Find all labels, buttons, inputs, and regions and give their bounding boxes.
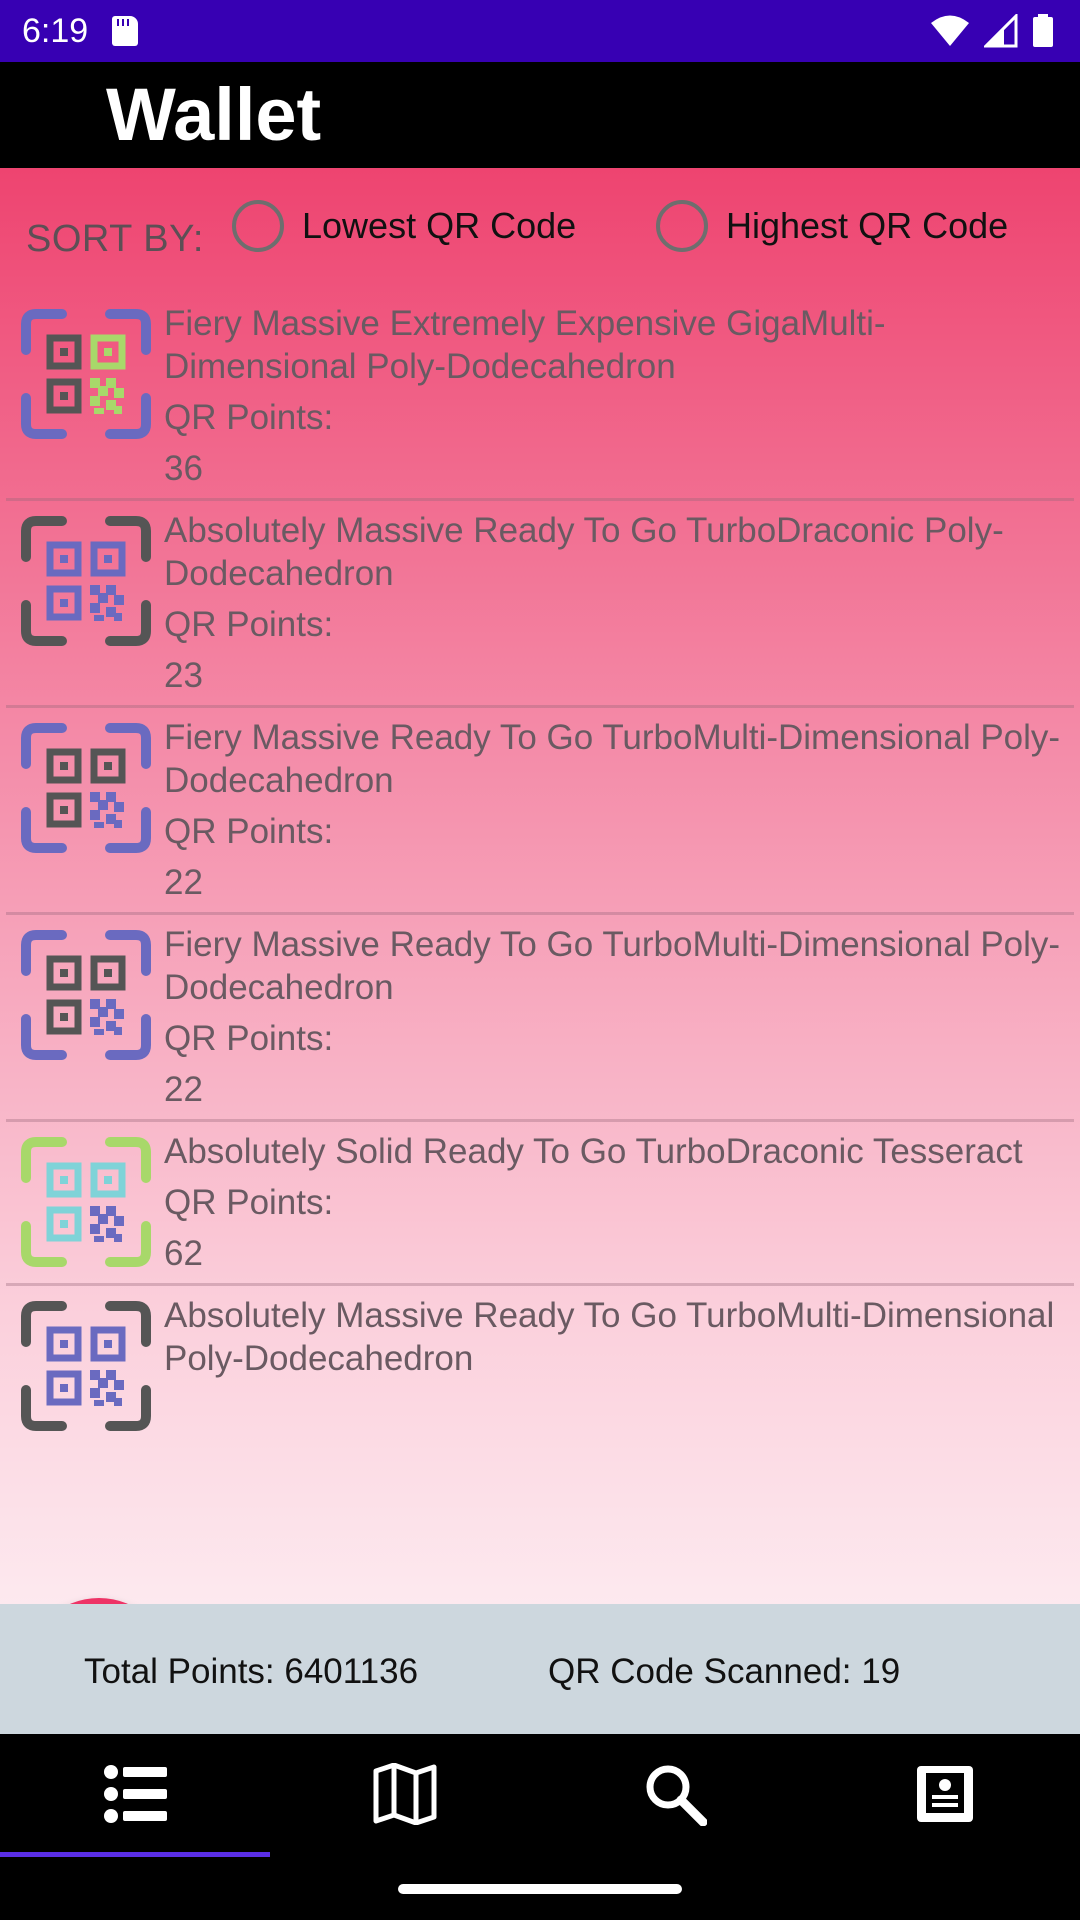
- sort-lowest-radio[interactable]: Lowest QR Code: [232, 200, 576, 252]
- qr-points-label: QR Points:: [164, 1183, 334, 1222]
- qr-item-name: Fiery Massive Extremely Expensive GigaMu…: [164, 304, 886, 386]
- bottom-navigation: [0, 1734, 1080, 1920]
- cell-signal-icon: [984, 14, 1018, 48]
- total-points: Total Points: 6401136: [84, 1652, 419, 1691]
- battery-icon: [1033, 14, 1053, 47]
- qr-item-text: Fiery Massive Ready To Go TurboMulti-Dim…: [164, 915, 1074, 1119]
- qr-code-list: Fiery Massive Extremely Expensive GigaMu…: [0, 294, 1080, 1431]
- qr-code-icon: [21, 516, 151, 646]
- app-bar: Wallet: [0, 62, 1080, 168]
- qr-points-label: QR Points:: [164, 1019, 334, 1058]
- list-icon: [104, 1765, 167, 1823]
- qr-list-item[interactable]: Absolutely Massive Ready To Go TurboMult…: [6, 1286, 1074, 1431]
- qr-points-value: 22: [164, 1070, 203, 1109]
- qr-scanned-count: QR Code Scanned: 19: [548, 1652, 901, 1691]
- sort-bar: SORT BY: Lowest QR Code Highest QR Code: [0, 198, 1080, 268]
- qr-list-item[interactable]: Fiery Massive Extremely Expensive GigaMu…: [6, 294, 1074, 501]
- wifi-icon: [931, 15, 969, 46]
- wallet-content: SORT BY: Lowest QR Code Highest QR Code: [0, 168, 1080, 1604]
- qr-item-name: Fiery Massive Ready To Go TurboMulti-Dim…: [164, 718, 1061, 800]
- sort-label: SORT BY:: [26, 218, 204, 260]
- qr-points-label: QR Points:: [164, 398, 334, 437]
- qr-item-name: Absolutely Massive Ready To Go TurboMult…: [164, 1296, 1055, 1378]
- qr-item-text: Fiery Massive Extremely Expensive GigaMu…: [164, 294, 1074, 498]
- qr-list-item[interactable]: Fiery Massive Ready To Go TurboMulti-Dim…: [6, 708, 1074, 915]
- sd-card-icon: [112, 16, 139, 46]
- qr-points-value: 22: [164, 863, 203, 902]
- nav-profile-tab[interactable]: [810, 1734, 1080, 1854]
- status-bar: 6:19: [0, 0, 1080, 62]
- radio-circle-icon: [232, 200, 284, 252]
- qr-list-item[interactable]: Absolutely Massive Ready To Go TurboDrac…: [6, 501, 1074, 708]
- profile-icon: [917, 1766, 973, 1822]
- page-title: Wallet: [106, 73, 322, 156]
- qr-item-name: Fiery Massive Ready To Go TurboMulti-Dim…: [164, 925, 1061, 1007]
- status-icons: [930, 14, 1054, 48]
- nav-search-tab[interactable]: [540, 1734, 810, 1854]
- status-time: 6:19: [22, 11, 89, 50]
- nav-wallet-tab[interactable]: [0, 1734, 270, 1854]
- qr-item-name: Absolutely Solid Ready To Go TurboDracon…: [164, 1132, 1023, 1171]
- qr-code-icon: [21, 1301, 151, 1431]
- qr-code-icon: [21, 723, 151, 853]
- qr-item-text: Absolutely Solid Ready To Go TurboDracon…: [164, 1122, 1074, 1283]
- qr-points-label: QR Points:: [164, 605, 334, 644]
- qr-list-item[interactable]: Absolutely Solid Ready To Go TurboDracon…: [6, 1122, 1074, 1286]
- map-icon: [373, 1763, 437, 1825]
- qr-item-text: Fiery Massive Ready To Go TurboMulti-Dim…: [164, 708, 1074, 912]
- qr-code-icon: [21, 1137, 151, 1267]
- sort-highest-label: Highest QR Code: [726, 205, 1009, 246]
- sort-highest-radio[interactable]: Highest QR Code: [656, 200, 1008, 252]
- qr-points-label: QR Points:: [164, 812, 334, 851]
- qr-points-value: 62: [164, 1234, 203, 1273]
- qr-points-value: 23: [164, 656, 203, 695]
- qr-item-name: Absolutely Massive Ready To Go TurboDrac…: [164, 511, 1004, 593]
- qr-item-text: Absolutely Massive Ready To Go TurboMult…: [164, 1286, 1074, 1380]
- qr-points-value: 36: [164, 449, 203, 488]
- qr-list-item[interactable]: Fiery Massive Ready To Go TurboMulti-Dim…: [6, 915, 1074, 1122]
- qr-item-text: Absolutely Massive Ready To Go TurboDrac…: [164, 501, 1074, 705]
- nav-map-tab[interactable]: [270, 1734, 540, 1854]
- nav-selected-indicator: [0, 1852, 270, 1857]
- qr-code-icon: [21, 309, 151, 439]
- qr-code-icon: [21, 930, 151, 1060]
- summary-footer: Total Points: 6401136 QR Code Scanned: 1…: [0, 1604, 1080, 1734]
- radio-circle-icon: [656, 200, 708, 252]
- sort-lowest-label: Lowest QR Code: [302, 205, 577, 246]
- gesture-handle[interactable]: [398, 1884, 682, 1894]
- search-icon: [646, 1765, 707, 1826]
